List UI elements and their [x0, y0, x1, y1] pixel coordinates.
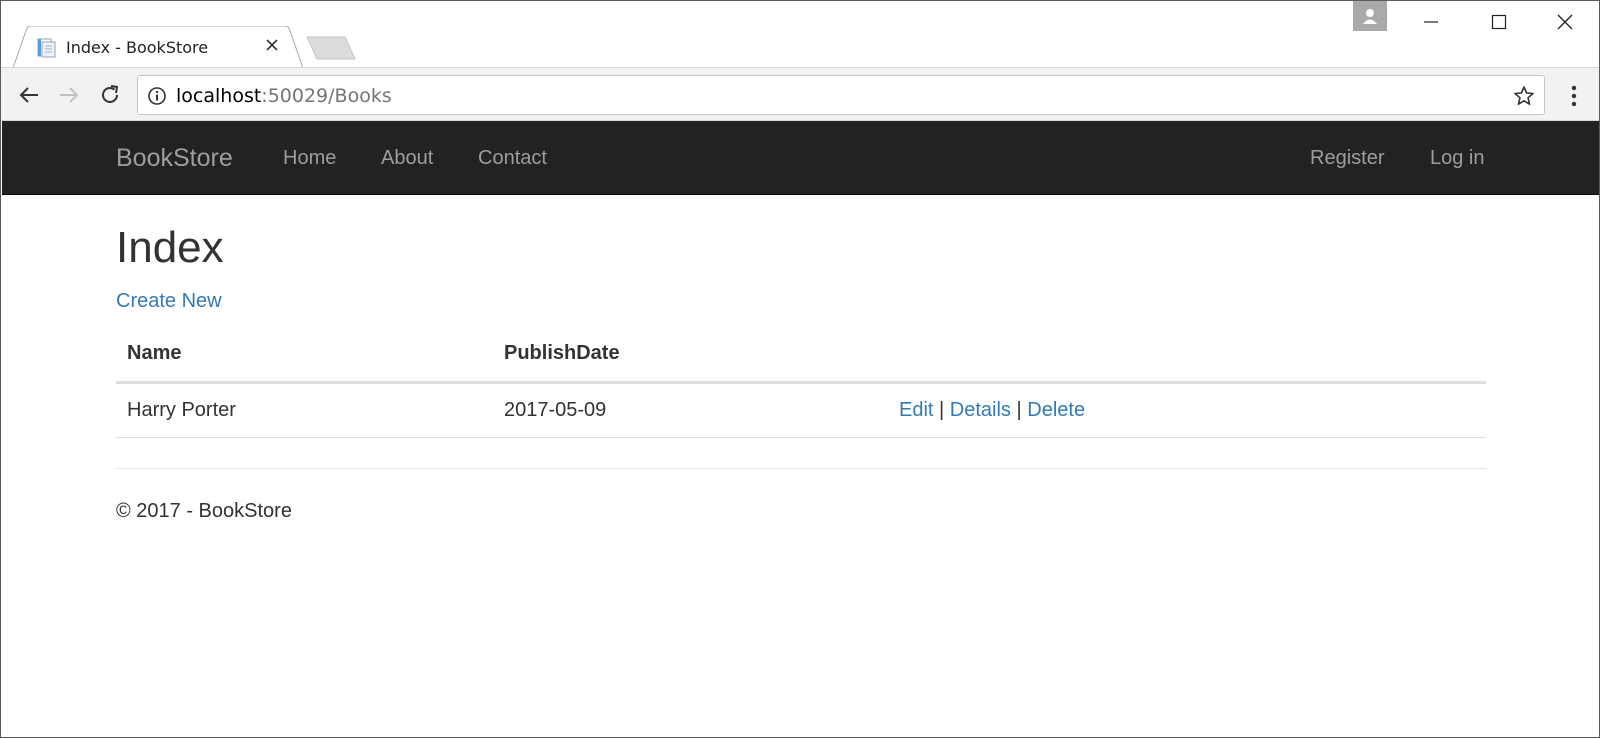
back-arrow-icon[interactable]	[13, 79, 45, 111]
cell-actions: Edit | Details | Delete	[888, 382, 1486, 438]
header-publish-date: PublishDate	[493, 327, 888, 384]
nav-about-link[interactable]: About	[381, 147, 433, 170]
minimize-icon[interactable]	[1399, 1, 1463, 43]
browser-toolbar: localhost:50029/Books	[1, 67, 1599, 121]
url-path: :50029/Books	[261, 85, 392, 107]
table-row: Harry Porter 2017-05-09 Edit | Details |…	[116, 382, 1486, 438]
url-text: localhost:50029/Books	[176, 85, 392, 107]
cell-publish-date: 2017-05-09	[493, 382, 888, 438]
address-bar[interactable]: localhost:50029/Books	[137, 75, 1545, 115]
brand-link[interactable]: BookStore	[116, 144, 233, 173]
footer-text: © 2017 - BookStore	[116, 500, 292, 522]
browser-window: Index - BookStore localhost:50029/Books …	[0, 0, 1600, 738]
new-tab-button[interactable]	[305, 35, 357, 61]
page-icon	[35, 37, 57, 59]
close-tab-icon[interactable]	[263, 36, 281, 54]
nav-login-link[interactable]: Log in	[1430, 147, 1485, 170]
header-name: Name	[116, 327, 493, 384]
header-actions	[888, 327, 1486, 384]
bookmark-star-icon[interactable]	[1512, 84, 1536, 108]
action-separator: |	[1016, 398, 1022, 421]
details-link[interactable]: Details	[950, 399, 1011, 421]
site-navbar: BookStore Home About Contact Register Lo…	[2, 121, 1599, 195]
info-icon[interactable]	[146, 85, 168, 107]
edit-link[interactable]: Edit	[899, 399, 933, 421]
create-new-link[interactable]: Create New	[116, 290, 222, 313]
action-separator: |	[939, 398, 945, 421]
browser-tab[interactable]: Index - BookStore	[13, 26, 303, 68]
page-title: Index	[116, 223, 224, 272]
maximize-icon[interactable]	[1467, 1, 1531, 43]
window-close-icon[interactable]	[1533, 1, 1597, 43]
menu-dots-icon[interactable]	[1561, 81, 1587, 111]
books-table: Name PublishDate Harry Porter 2017-05-09…	[116, 327, 1486, 438]
table-header-row: Name PublishDate	[116, 327, 1486, 384]
cell-name: Harry Porter	[116, 382, 493, 438]
forward-arrow-icon[interactable]	[53, 79, 85, 111]
footer-divider	[116, 468, 1486, 469]
reload-icon[interactable]	[94, 79, 126, 111]
tab-title: Index - BookStore	[66, 38, 209, 57]
profile-icon[interactable]	[1353, 1, 1387, 31]
tab-strip: Index - BookStore	[1, 1, 1599, 68]
delete-link[interactable]: Delete	[1027, 399, 1085, 421]
nav-contact-link[interactable]: Contact	[478, 147, 547, 170]
url-host: localhost	[176, 85, 262, 107]
nav-home-link[interactable]: Home	[283, 147, 336, 170]
nav-register-link[interactable]: Register	[1310, 147, 1384, 170]
